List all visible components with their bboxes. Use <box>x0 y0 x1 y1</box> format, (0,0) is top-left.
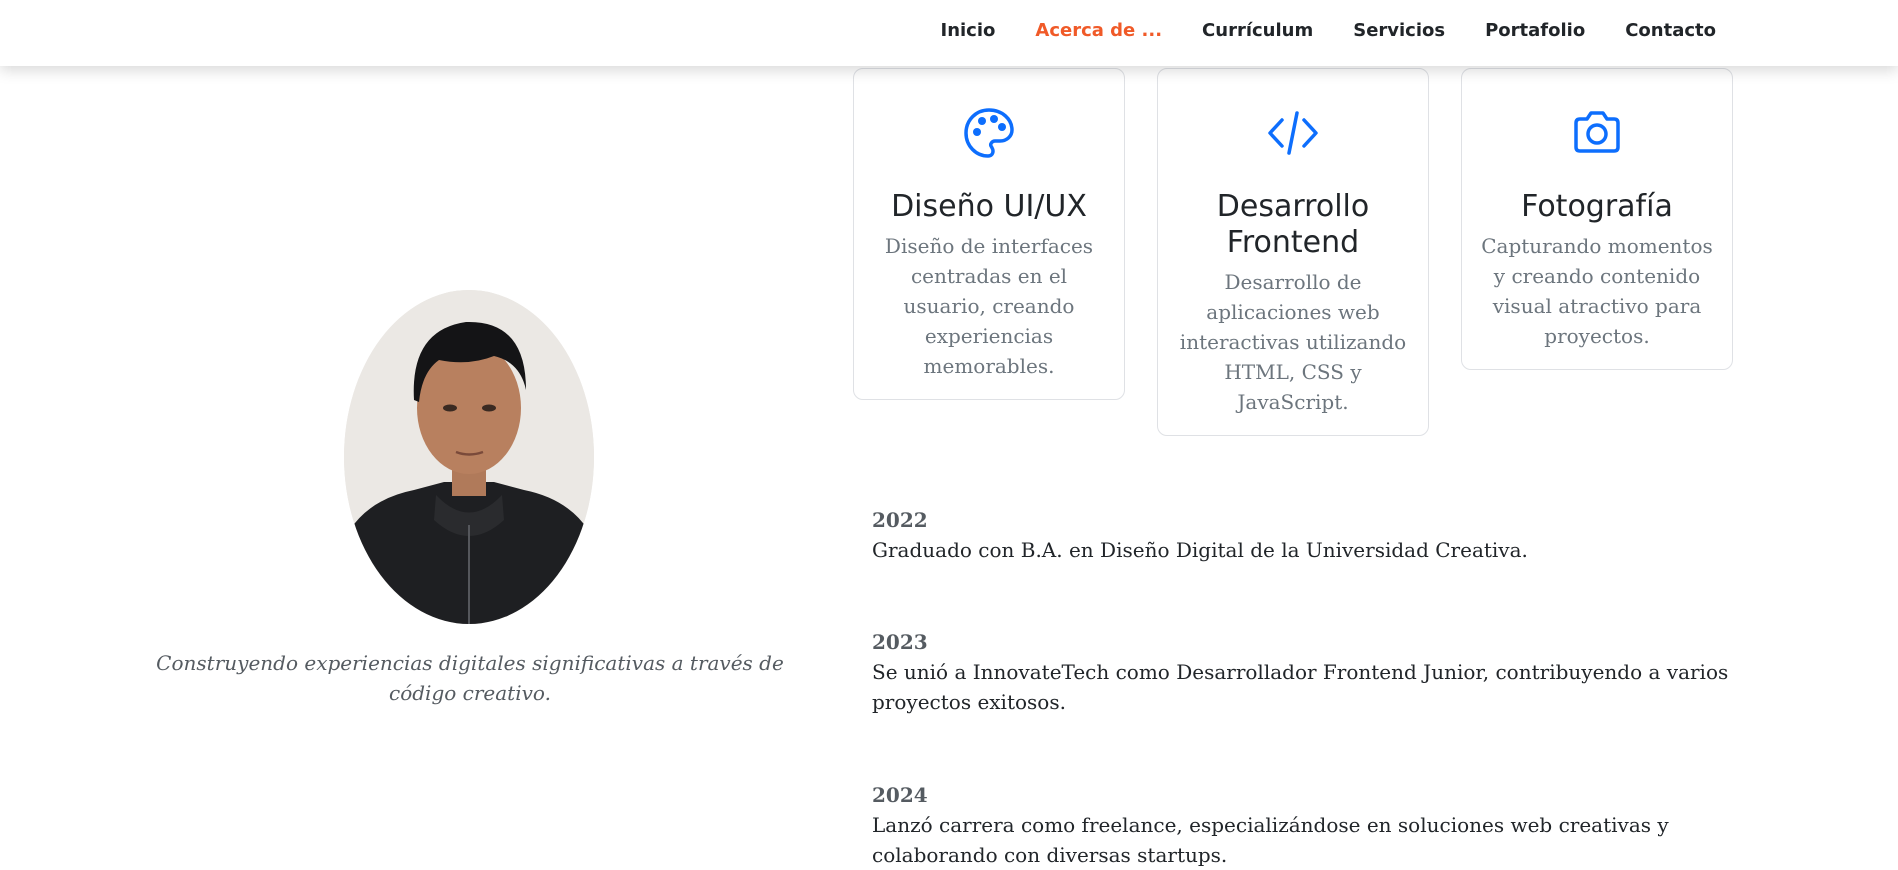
nav-item-portafolio[interactable]: Portafolio <box>1485 20 1585 41</box>
profile-tagline: Construyendo experiencias digitales sign… <box>156 651 784 705</box>
camera-icon <box>1476 107 1718 159</box>
timeline-year: 2024 <box>872 783 928 807</box>
timeline-year: 2023 <box>872 630 928 654</box>
timeline-item-2023: 2023 Se unió a InnovateTech como Desarro… <box>872 627 1732 717</box>
service-title: Fotografía <box>1521 189 1673 224</box>
service-card-frontend: Desarrollo Frontend Desarrollo de aplica… <box>1157 68 1429 436</box>
palette-icon <box>868 107 1110 159</box>
code-icon <box>1172 107 1414 159</box>
service-title: Diseño UI/UX <box>891 189 1087 224</box>
service-description: Desarrollo de aplicaciones web interacti… <box>1179 270 1407 414</box>
nav-item-curriculum[interactable]: Currículum <box>1202 20 1313 41</box>
service-description: Capturando momentos y creando contenido … <box>1481 234 1713 348</box>
timeline-text: Se unió a InnovateTech como Desarrollado… <box>872 660 1729 714</box>
profile-photo <box>344 290 594 624</box>
timeline-text: Lanzó carrera como freelance, especializ… <box>872 813 1669 867</box>
nav-item-inicio[interactable]: Inicio <box>941 20 996 41</box>
timeline-item-2024: 2024 Lanzó carrera como freelance, espec… <box>872 780 1732 870</box>
service-card-fotografia: Fotografía Capturando momentos y creando… <box>1461 68 1733 370</box>
timeline-text: Graduado con B.A. en Diseño Digital de l… <box>872 538 1528 562</box>
timeline-year: 2022 <box>872 508 928 532</box>
service-description: Diseño de interfaces centradas en el usu… <box>884 234 1094 378</box>
service-title: Desarrollo Frontend <box>1216 189 1370 260</box>
timeline-item-2022: 2022 Graduado con B.A. en Diseño Digital… <box>872 505 1732 565</box>
nav-item-servicios[interactable]: Servicios <box>1353 20 1445 41</box>
nav-item-acerca[interactable]: Acerca de ... <box>1035 20 1162 41</box>
nav-item-contacto[interactable]: Contacto <box>1625 20 1716 41</box>
nav-links: Inicio Acerca de ... Currículum Servicio… <box>901 20 1717 41</box>
service-card-ui-ux: Diseño UI/UX Diseño de interfaces centra… <box>853 68 1125 400</box>
navbar: Inicio Acerca de ... Currículum Servicio… <box>0 0 1898 66</box>
